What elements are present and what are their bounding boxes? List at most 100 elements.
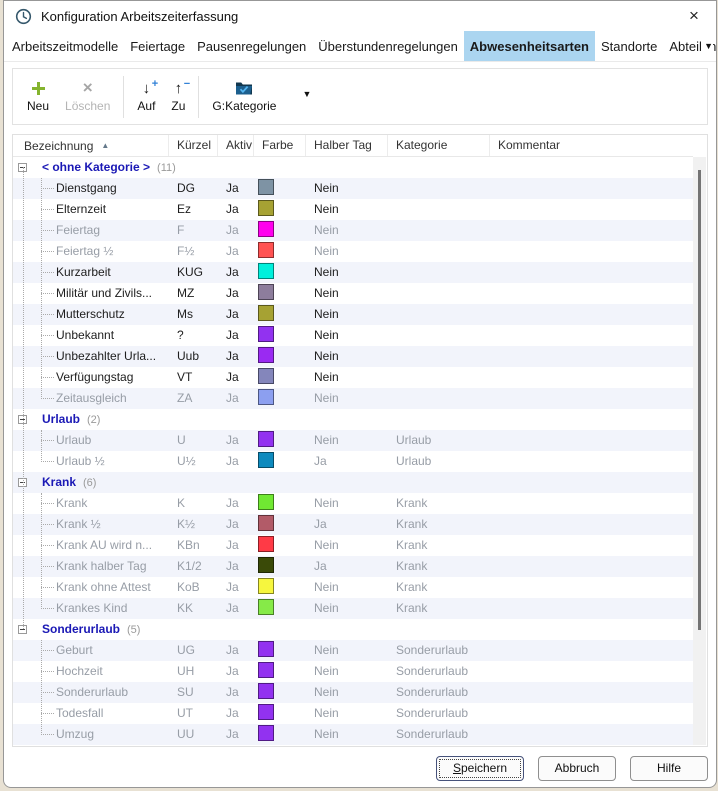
- tab-bar: ArbeitszeitmodelleFeiertagePausenregelun…: [4, 31, 716, 62]
- cell-bezeichnung: Krank: [13, 493, 169, 514]
- table-row[interactable]: Urlaub ½U½JaJaUrlaub: [13, 451, 693, 472]
- cell-kuerzel: UU: [169, 724, 218, 745]
- cell-kategorie: [388, 178, 490, 199]
- column-header-halber-tag[interactable]: Halber Tag: [306, 135, 388, 156]
- column-header-kuerzel[interactable]: Kürzel: [169, 135, 218, 156]
- table-body: < ohne Kategorie >(11)DienstgangDGJaNein…: [13, 157, 693, 746]
- table-row[interactable]: Unbekannt?JaNein: [13, 325, 693, 346]
- tab-ueberstundenregelungen[interactable]: Überstundenregelungen: [312, 31, 464, 61]
- column-header-farbe[interactable]: Farbe: [254, 135, 306, 156]
- absence-types-table: Bezeichnung▲KürzelAktivFarbeHalber TagKa…: [12, 134, 708, 747]
- column-header-bezeichnung[interactable]: Bezeichnung▲: [13, 135, 169, 156]
- cell-kommentar: [490, 283, 693, 304]
- table-row[interactable]: Krankes KindKKJaNeinKrank: [13, 598, 693, 619]
- cell-halber-tag: Nein: [306, 598, 388, 619]
- cell-kuerzel: VT: [169, 367, 218, 388]
- cell-farbe: [254, 640, 306, 661]
- table-row[interactable]: Krank ohne AttestKoBJaNeinKrank: [13, 577, 693, 598]
- cell-kuerzel: K1/2: [169, 556, 218, 577]
- table-row[interactable]: MutterschutzMsJaNein: [13, 304, 693, 325]
- cell-kategorie: Sonderurlaub: [388, 724, 490, 745]
- group-label: < ohne Kategorie >: [42, 160, 150, 174]
- cell-halber-tag: Ja: [306, 451, 388, 472]
- table-row[interactable]: TodesfallUTJaNeinSonderurlaub: [13, 703, 693, 724]
- tab-scroll-chevron-down-icon[interactable]: ▼: [702, 31, 713, 61]
- clock-icon: [15, 8, 32, 25]
- cell-kategorie: Krank: [388, 556, 490, 577]
- group-row[interactable]: Sonderurlaub(5): [13, 619, 693, 640]
- table-header: Bezeichnung▲KürzelAktivFarbeHalber TagKa…: [13, 135, 693, 157]
- table-row[interactable]: GeburtUGJaNeinSonderurlaub: [13, 640, 693, 661]
- table-row[interactable]: ZeitausgleichZAJaNein: [13, 388, 693, 409]
- cell-kategorie: Sonderurlaub: [388, 640, 490, 661]
- cell-farbe: [254, 325, 306, 346]
- cell-kuerzel: DG: [169, 178, 218, 199]
- table-row[interactable]: DienstgangDGJaNein: [13, 178, 693, 199]
- column-header-kategorie[interactable]: Kategorie: [388, 135, 490, 156]
- toolbar-button-label: Neu: [27, 99, 49, 113]
- toolbar-button-label: Auf: [137, 99, 155, 113]
- help-button[interactable]: Hilfe: [630, 756, 708, 781]
- group-row[interactable]: Krank(6): [13, 472, 693, 493]
- cell-kategorie: Urlaub: [388, 451, 490, 472]
- arrow-up-minus-icon: ↑−: [175, 80, 183, 96]
- cell-aktiv: Ja: [218, 430, 254, 451]
- table-row[interactable]: UrlaubUJaNeinUrlaub: [13, 430, 693, 451]
- vertical-scrollbar[interactable]: [693, 157, 706, 745]
- scrollbar-thumb[interactable]: [698, 170, 701, 630]
- table-row[interactable]: Krank halber TagK1/2JaJaKrank: [13, 556, 693, 577]
- color-swatch: [258, 326, 274, 342]
- table-row[interactable]: FeiertagFJaNein: [13, 220, 693, 241]
- tab-feiertage[interactable]: Feiertage: [124, 31, 191, 61]
- table-row[interactable]: Krank ½K½JaJaKrank: [13, 514, 693, 535]
- cell-kuerzel: KoB: [169, 577, 218, 598]
- cancel-button[interactable]: Abbruch: [538, 756, 616, 781]
- column-header-kommentar[interactable]: Kommentar: [490, 135, 693, 156]
- cell-kategorie: [388, 241, 490, 262]
- save-button[interactable]: Speichern: [436, 756, 524, 781]
- table-row[interactable]: KurzarbeitKUGJaNein: [13, 262, 693, 283]
- cell-farbe: [254, 451, 306, 472]
- cell-farbe: [254, 304, 306, 325]
- cell-aktiv: Ja: [218, 304, 254, 325]
- cell-kategorie: [388, 346, 490, 367]
- table-row[interactable]: Militär und Zivils...MZJaNein: [13, 283, 693, 304]
- cell-aktiv: Ja: [218, 451, 254, 472]
- table-row[interactable]: Feiertag ½F½JaNein: [13, 241, 693, 262]
- cell-kuerzel: KBn: [169, 535, 218, 556]
- cell-kommentar: [490, 199, 693, 220]
- sort-ascending-icon: ▲: [101, 141, 109, 150]
- cell-kategorie: [388, 220, 490, 241]
- cell-halber-tag: Nein: [306, 661, 388, 682]
- group-row[interactable]: < ohne Kategorie >(11): [13, 157, 693, 178]
- tab-arbeitszeitmodelle[interactable]: Arbeitszeitmodelle: [6, 31, 124, 61]
- cell-kategorie: Urlaub: [388, 430, 490, 451]
- color-swatch: [258, 536, 274, 552]
- table-row[interactable]: Unbezahlter Urla...UubJaNein: [13, 346, 693, 367]
- window-title: Konfiguration Arbeitszeiterfassung: [41, 9, 238, 24]
- table-row[interactable]: HochzeitUHJaNeinSonderurlaub: [13, 661, 693, 682]
- tab-pausenregelungen[interactable]: Pausenregelungen: [191, 31, 312, 61]
- close-button[interactable]: ×: [672, 1, 716, 31]
- toolbar-button-g-kategorie[interactable]: G:Kategorie: [204, 78, 284, 115]
- table-row[interactable]: Krank AU wird n...KBnJaNeinKrank: [13, 535, 693, 556]
- cell-kommentar: [490, 388, 693, 409]
- toolbar-button-zu[interactable]: ↑−Zu: [163, 78, 193, 115]
- toolbar-button-neu[interactable]: Neu: [19, 78, 57, 115]
- table-row[interactable]: KrankKJaNeinKrank: [13, 493, 693, 514]
- cell-bezeichnung: Elternzeit: [13, 199, 169, 220]
- tab-abwesenheitsarten[interactable]: Abwesenheitsarten: [464, 31, 595, 61]
- category-dropdown-chevron-icon[interactable]: ▼: [302, 89, 311, 105]
- group-row[interactable]: Urlaub(2): [13, 409, 693, 430]
- table-row[interactable]: ElternzeitEzJaNein: [13, 199, 693, 220]
- table-row[interactable]: SonderurlaubSUJaNeinSonderurlaub: [13, 682, 693, 703]
- column-header-aktiv[interactable]: Aktiv: [218, 135, 254, 156]
- toolbar-button-auf[interactable]: ↓+Auf: [129, 78, 163, 115]
- table-row[interactable]: UmzugUUJaNeinSonderurlaub: [13, 724, 693, 745]
- toolbar-separator: [123, 76, 124, 118]
- cell-farbe: [254, 262, 306, 283]
- tab-standorte[interactable]: Standorte: [595, 31, 663, 61]
- cell-bezeichnung: Unbekannt: [13, 325, 169, 346]
- table-row[interactable]: VerfügungstagVTJaNein: [13, 367, 693, 388]
- cell-bezeichnung: Hochzeit: [13, 661, 169, 682]
